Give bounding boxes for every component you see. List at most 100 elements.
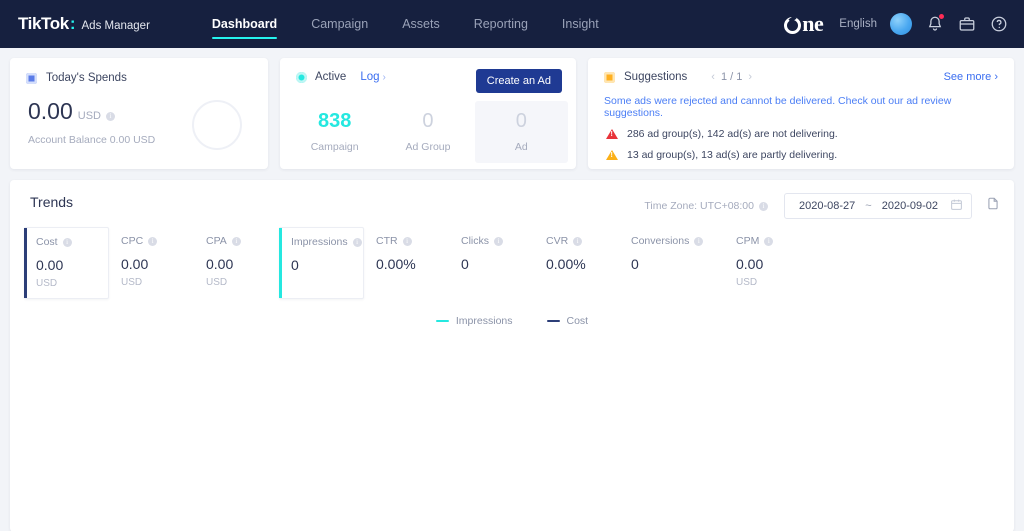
suggestion-item-warning: 13 ad group(s), 13 ad(s) are partly deli… (588, 140, 1014, 161)
info-icon[interactable]: i (106, 112, 115, 121)
help-icon[interactable] (990, 15, 1008, 33)
metric-cvr-unit (546, 277, 619, 289)
one-brand-logo[interactable]: ne (784, 11, 824, 37)
nav-item-insight[interactable]: Insight (545, 0, 616, 48)
metric-ctr-value: 0.00% (376, 256, 416, 272)
metric-cpc-value: 0.00 (121, 256, 149, 272)
avatar[interactable] (890, 13, 912, 35)
stat-ad[interactable]: 0 Ad (474, 101, 568, 163)
metric-tile-impressions[interactable]: Impressions i 0 (279, 227, 364, 299)
info-icon[interactable]: i (573, 237, 583, 246)
metric-conversions-value: 0 (631, 256, 639, 272)
info-icon[interactable]: i (231, 237, 241, 246)
metric-clicks-unit (461, 277, 534, 289)
metric-clicks-label: Clicks i (461, 235, 534, 247)
metric-ctr-name: CTR (376, 235, 398, 247)
metric-cpm-value: 0.00 (736, 256, 764, 272)
legend-item-impressions[interactable]: Impressions (435, 315, 513, 327)
info-icon[interactable]: i (694, 237, 704, 246)
see-more-label: See more (943, 71, 992, 83)
see-more-chevron-icon: › (994, 71, 998, 83)
suggestion-item-error: 286 ad group(s), 142 ad(s) are not deliv… (588, 119, 1014, 140)
suggestion-warning-text: 13 ad group(s), 13 ad(s) are partly deli… (627, 149, 838, 161)
metric-impressions-value: 0 (291, 257, 299, 273)
suggestions-headline[interactable]: Some ads were rejected and cannot be del… (588, 83, 1014, 119)
pager-next-icon[interactable]: › (742, 71, 758, 83)
stat-ad-group-value: 0 (422, 110, 434, 132)
tiktok-wordmark: TikTok (18, 14, 69, 33)
briefcase-icon[interactable] (958, 15, 976, 33)
bell-icon[interactable] (926, 14, 944, 33)
metric-tile-conversions[interactable]: Conversions i 0 (619, 227, 724, 299)
metric-cpa-name: CPA (206, 235, 227, 247)
language-selector[interactable]: English (839, 18, 877, 30)
info-icon[interactable]: i (352, 238, 362, 247)
metric-tile-ctr[interactable]: CTR i 0.00% (364, 227, 449, 299)
info-icon[interactable]: i (494, 237, 503, 246)
timezone-text: Time Zone: UTC+08:00 (644, 200, 754, 212)
metric-cost-name: Cost (36, 236, 58, 248)
legend-item-cost[interactable]: Cost (546, 315, 589, 327)
date-range-end: 2020-09-02 (881, 200, 938, 212)
nav-item-campaign[interactable]: Campaign (294, 0, 385, 48)
metric-tile-clicks[interactable]: Clicks i 0 (449, 227, 534, 299)
create-an-ad-button[interactable]: Create an Ad (475, 69, 562, 93)
date-range-picker[interactable]: 2020-08-27 ~ 2020-09-02 (784, 193, 972, 219)
info-icon[interactable]: i (62, 238, 72, 247)
legend-label-cost: Cost (566, 315, 589, 327)
metric-tile-cvr[interactable]: CVR i 0.00% (534, 227, 619, 299)
chart-legend: Impressions Cost (10, 315, 1014, 327)
stat-campaign-value: 838 (317, 110, 352, 132)
metric-conversions-unit (631, 277, 724, 289)
stat-ad-group[interactable]: 0 Ad Group (381, 101, 474, 163)
metric-tile-cpa[interactable]: CPA i 0.00 USD (194, 227, 279, 299)
spend-currency: USD (77, 110, 101, 122)
trends-toolbar: Time Zone: UTC+08:00 i 2020-08-27 ~ 2020-… (644, 193, 1000, 219)
square-blue-icon (26, 72, 37, 84)
warning-triangle-icon (606, 150, 618, 160)
info-icon[interactable]: i (148, 237, 158, 246)
metric-ctr-unit (376, 277, 449, 289)
metric-selected-bar (24, 228, 27, 298)
trends-panel: Trends Time Zone: UTC+08:00 i 2020-08-27 … (10, 180, 1014, 531)
metric-cpm-label: CPM i (736, 235, 809, 247)
info-icon[interactable]: i (402, 237, 412, 246)
metric-cvr-label: CVR i (546, 235, 619, 247)
calendar-icon[interactable] (950, 198, 963, 214)
nav-item-dashboard[interactable]: Dashboard (195, 0, 294, 48)
stat-campaign[interactable]: 838 Campaign (288, 101, 381, 163)
timezone-label: Time Zone: UTC+08:00 i (644, 200, 768, 212)
nav-item-reporting[interactable]: Reporting (457, 0, 545, 48)
summary-cards-row: Today's Spends 0.00 USD i Account Balanc… (0, 48, 1024, 169)
todays-spends-title: Today's Spends (46, 72, 127, 84)
log-link[interactable]: Log › (360, 71, 386, 83)
see-more-link[interactable]: See more › (944, 71, 998, 83)
stat-ad-label: Ad (514, 141, 528, 153)
metric-cvr-name: CVR (546, 235, 569, 247)
main-nav-links: Dashboard Campaign Assets Reporting Insi… (195, 0, 616, 48)
suggestions-card: Suggestions ‹ 1 / 1 › See more › Some ad… (588, 58, 1014, 169)
date-range-start: 2020-08-27 (799, 200, 856, 212)
metric-cost-label: Cost i (36, 236, 108, 248)
suggestions-title: Suggestions (624, 71, 688, 83)
nav-item-assets[interactable]: Assets (385, 0, 457, 48)
nav-right-cluster: ne English (784, 0, 1010, 48)
brand-logo[interactable]: TikTok : Ads Manager (18, 14, 150, 34)
info-icon[interactable]: i (764, 237, 774, 246)
metric-cpm-unit: USD (736, 277, 758, 288)
metric-cpc-unit: USD (121, 277, 143, 288)
pager-prev-icon[interactable]: ‹ (705, 71, 721, 83)
info-icon[interactable]: i (759, 202, 768, 211)
metric-cvr-value: 0.00% (546, 256, 586, 272)
metric-cpc-name: CPC (121, 235, 144, 247)
metric-tile-cpc[interactable]: CPC i 0.00 USD (109, 227, 194, 299)
metric-clicks-name: Clicks (461, 235, 489, 247)
export-icon[interactable] (986, 196, 1000, 216)
suggestion-error-text: 286 ad group(s), 142 ad(s) are not deliv… (627, 128, 838, 140)
metric-tile-cpm[interactable]: CPM i 0.00 USD (724, 227, 809, 299)
metric-tile-cost[interactable]: Cost i 0.00 USD (24, 227, 109, 299)
error-triangle-icon (606, 129, 618, 139)
metric-cost-value: 0.00 (36, 257, 64, 273)
stat-ad-value: 0 (515, 110, 527, 132)
metric-impressions-name: Impressions (291, 236, 348, 248)
